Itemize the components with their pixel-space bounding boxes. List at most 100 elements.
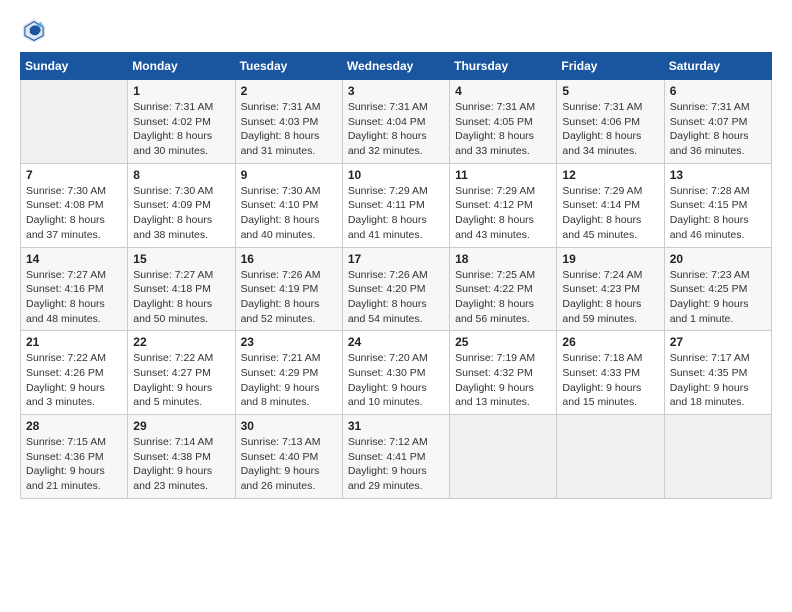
day-info: Sunrise: 7:24 AM Sunset: 4:23 PM Dayligh… xyxy=(562,268,658,327)
calendar-cell: 8 Sunrise: 7:30 AM Sunset: 4:09 PM Daylig… xyxy=(128,163,235,247)
day-number: 13 xyxy=(670,168,766,182)
calendar-cell: 22 Sunrise: 7:22 AM Sunset: 4:27 PM Dayli… xyxy=(128,331,235,415)
day-info: Sunrise: 7:26 AM Sunset: 4:20 PM Dayligh… xyxy=(348,268,444,327)
weekday-header-wednesday: Wednesday xyxy=(342,53,449,80)
day-info: Sunrise: 7:27 AM Sunset: 4:16 PM Dayligh… xyxy=(26,268,122,327)
day-info: Sunrise: 7:30 AM Sunset: 4:10 PM Dayligh… xyxy=(241,184,337,243)
day-info: Sunrise: 7:15 AM Sunset: 4:36 PM Dayligh… xyxy=(26,435,122,494)
day-info: Sunrise: 7:26 AM Sunset: 4:19 PM Dayligh… xyxy=(241,268,337,327)
calendar-cell: 16 Sunrise: 7:26 AM Sunset: 4:19 PM Dayli… xyxy=(235,247,342,331)
calendar-cell: 28 Sunrise: 7:15 AM Sunset: 4:36 PM Dayli… xyxy=(21,415,128,499)
calendar-week-5: 28 Sunrise: 7:15 AM Sunset: 4:36 PM Dayli… xyxy=(21,415,772,499)
day-info: Sunrise: 7:20 AM Sunset: 4:30 PM Dayligh… xyxy=(348,351,444,410)
day-number: 12 xyxy=(562,168,658,182)
day-info: Sunrise: 7:27 AM Sunset: 4:18 PM Dayligh… xyxy=(133,268,229,327)
day-number: 1 xyxy=(133,84,229,98)
calendar-cell xyxy=(21,80,128,164)
calendar-cell: 15 Sunrise: 7:27 AM Sunset: 4:18 PM Dayli… xyxy=(128,247,235,331)
day-number: 26 xyxy=(562,335,658,349)
day-number: 25 xyxy=(455,335,551,349)
day-info: Sunrise: 7:18 AM Sunset: 4:33 PM Dayligh… xyxy=(562,351,658,410)
day-info: Sunrise: 7:30 AM Sunset: 4:08 PM Dayligh… xyxy=(26,184,122,243)
calendar-cell: 3 Sunrise: 7:31 AM Sunset: 4:04 PM Daylig… xyxy=(342,80,449,164)
calendar-cell: 24Sunrise: 7:20 AM Sunset: 4:30 PM Dayli… xyxy=(342,331,449,415)
day-number: 17 xyxy=(348,252,444,266)
day-info: Sunrise: 7:31 AM Sunset: 4:03 PM Dayligh… xyxy=(241,100,337,159)
day-info: Sunrise: 7:31 AM Sunset: 4:07 PM Dayligh… xyxy=(670,100,766,159)
day-info: Sunrise: 7:29 AM Sunset: 4:12 PM Dayligh… xyxy=(455,184,551,243)
weekday-header-friday: Friday xyxy=(557,53,664,80)
day-number: 3 xyxy=(348,84,444,98)
weekday-header-row: SundayMondayTuesdayWednesdayThursdayFrid… xyxy=(21,53,772,80)
calendar-cell: 17 Sunrise: 7:26 AM Sunset: 4:20 PM Dayli… xyxy=(342,247,449,331)
weekday-header-sunday: Sunday xyxy=(21,53,128,80)
day-number: 16 xyxy=(241,252,337,266)
day-info: Sunrise: 7:13 AM Sunset: 4:40 PM Dayligh… xyxy=(241,435,337,494)
day-number: 10 xyxy=(348,168,444,182)
calendar-cell: 10 Sunrise: 7:29 AM Sunset: 4:11 PM Dayli… xyxy=(342,163,449,247)
weekday-header-saturday: Saturday xyxy=(664,53,771,80)
calendar-table: SundayMondayTuesdayWednesdayThursdayFrid… xyxy=(20,52,772,499)
day-number: 22 xyxy=(133,335,229,349)
calendar-week-2: 7 Sunrise: 7:30 AM Sunset: 4:08 PM Daylig… xyxy=(21,163,772,247)
day-info: Sunrise: 7:14 AM Sunset: 4:38 PM Dayligh… xyxy=(133,435,229,494)
day-number: 7 xyxy=(26,168,122,182)
day-number: 23 xyxy=(241,335,337,349)
day-number: 15 xyxy=(133,252,229,266)
calendar-cell: 7 Sunrise: 7:30 AM Sunset: 4:08 PM Daylig… xyxy=(21,163,128,247)
weekday-header-thursday: Thursday xyxy=(450,53,557,80)
calendar-cell: 30Sunrise: 7:13 AM Sunset: 4:40 PM Dayli… xyxy=(235,415,342,499)
logo-icon xyxy=(20,16,48,44)
calendar-week-1: 1 Sunrise: 7:31 AM Sunset: 4:02 PM Daylig… xyxy=(21,80,772,164)
calendar-cell: 13Sunrise: 7:28 AM Sunset: 4:15 PM Dayli… xyxy=(664,163,771,247)
day-info: Sunrise: 7:30 AM Sunset: 4:09 PM Dayligh… xyxy=(133,184,229,243)
day-number: 27 xyxy=(670,335,766,349)
calendar-cell: 21 Sunrise: 7:22 AM Sunset: 4:26 PM Dayli… xyxy=(21,331,128,415)
day-info: Sunrise: 7:29 AM Sunset: 4:14 PM Dayligh… xyxy=(562,184,658,243)
day-info: Sunrise: 7:29 AM Sunset: 4:11 PM Dayligh… xyxy=(348,184,444,243)
day-number: 8 xyxy=(133,168,229,182)
calendar-week-4: 21 Sunrise: 7:22 AM Sunset: 4:26 PM Dayli… xyxy=(21,331,772,415)
day-number: 6 xyxy=(670,84,766,98)
day-info: Sunrise: 7:31 AM Sunset: 4:02 PM Dayligh… xyxy=(133,100,229,159)
day-number: 11 xyxy=(455,168,551,182)
day-info: Sunrise: 7:25 AM Sunset: 4:22 PM Dayligh… xyxy=(455,268,551,327)
day-info: Sunrise: 7:31 AM Sunset: 4:06 PM Dayligh… xyxy=(562,100,658,159)
day-number: 29 xyxy=(133,419,229,433)
calendar-cell: 23 Sunrise: 7:21 AM Sunset: 4:29 PM Dayli… xyxy=(235,331,342,415)
day-info: Sunrise: 7:22 AM Sunset: 4:26 PM Dayligh… xyxy=(26,351,122,410)
calendar-cell: 26 Sunrise: 7:18 AM Sunset: 4:33 PM Dayli… xyxy=(557,331,664,415)
calendar-cell: 11 Sunrise: 7:29 AM Sunset: 4:12 PM Dayli… xyxy=(450,163,557,247)
day-info: Sunrise: 7:22 AM Sunset: 4:27 PM Dayligh… xyxy=(133,351,229,410)
weekday-header-tuesday: Tuesday xyxy=(235,53,342,80)
calendar-cell: 31Sunrise: 7:12 AM Sunset: 4:41 PM Dayli… xyxy=(342,415,449,499)
calendar-cell: 9 Sunrise: 7:30 AM Sunset: 4:10 PM Daylig… xyxy=(235,163,342,247)
day-number: 20 xyxy=(670,252,766,266)
calendar-cell xyxy=(450,415,557,499)
day-info: Sunrise: 7:19 AM Sunset: 4:32 PM Dayligh… xyxy=(455,351,551,410)
day-number: 2 xyxy=(241,84,337,98)
day-info: Sunrise: 7:31 AM Sunset: 4:05 PM Dayligh… xyxy=(455,100,551,159)
day-number: 28 xyxy=(26,419,122,433)
page-header xyxy=(20,16,772,44)
calendar-cell: 4 Sunrise: 7:31 AM Sunset: 4:05 PM Daylig… xyxy=(450,80,557,164)
day-number: 4 xyxy=(455,84,551,98)
calendar-cell: 27 Sunrise: 7:17 AM Sunset: 4:35 PM Dayli… xyxy=(664,331,771,415)
day-number: 14 xyxy=(26,252,122,266)
calendar-cell: 1 Sunrise: 7:31 AM Sunset: 4:02 PM Daylig… xyxy=(128,80,235,164)
day-info: Sunrise: 7:21 AM Sunset: 4:29 PM Dayligh… xyxy=(241,351,337,410)
calendar-cell: 6 Sunrise: 7:31 AM Sunset: 4:07 PM Daylig… xyxy=(664,80,771,164)
calendar-cell: 12 Sunrise: 7:29 AM Sunset: 4:14 PM Dayli… xyxy=(557,163,664,247)
day-info: Sunrise: 7:17 AM Sunset: 4:35 PM Dayligh… xyxy=(670,351,766,410)
weekday-header-monday: Monday xyxy=(128,53,235,80)
calendar-cell: 25 Sunrise: 7:19 AM Sunset: 4:32 PM Dayli… xyxy=(450,331,557,415)
calendar-cell xyxy=(557,415,664,499)
day-number: 21 xyxy=(26,335,122,349)
day-number: 9 xyxy=(241,168,337,182)
logo xyxy=(20,16,52,44)
day-number: 31 xyxy=(348,419,444,433)
day-info: Sunrise: 7:31 AM Sunset: 4:04 PM Dayligh… xyxy=(348,100,444,159)
day-number: 5 xyxy=(562,84,658,98)
calendar-cell: 5 Sunrise: 7:31 AM Sunset: 4:06 PM Daylig… xyxy=(557,80,664,164)
day-info: Sunrise: 7:23 AM Sunset: 4:25 PM Dayligh… xyxy=(670,268,766,327)
